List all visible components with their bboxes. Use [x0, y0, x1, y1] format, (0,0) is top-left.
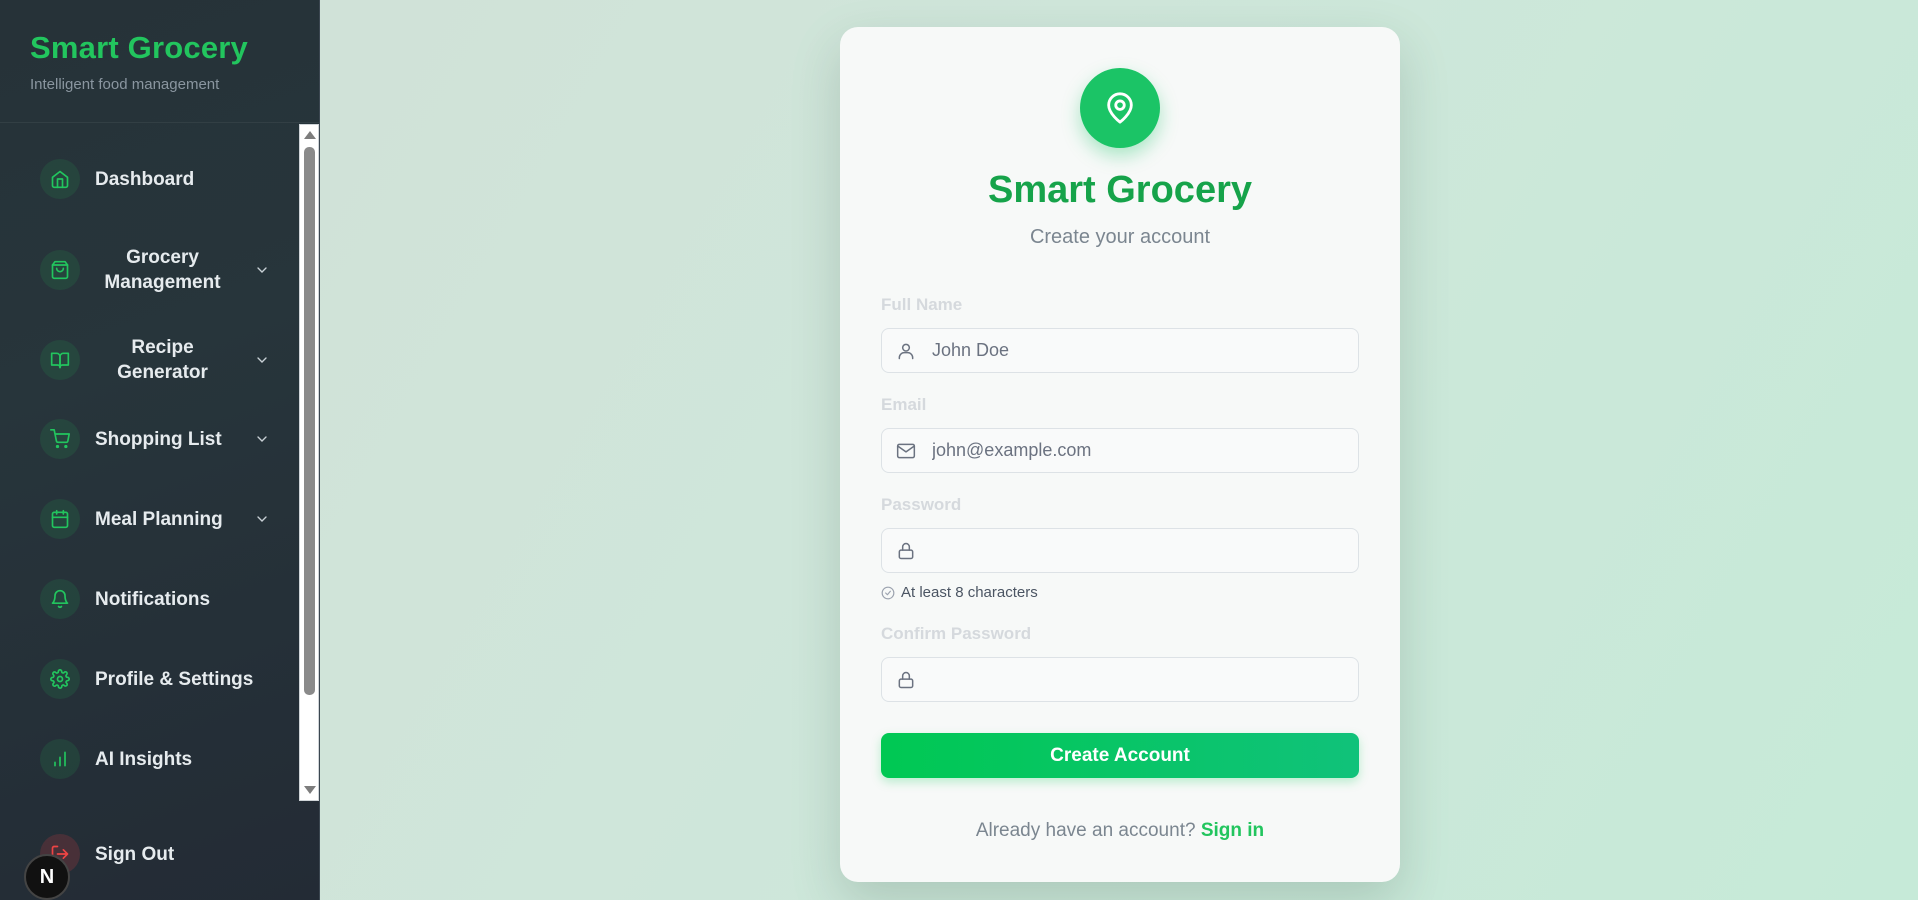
sign-out-label: Sign Out: [95, 843, 175, 865]
full-name-input[interactable]: [932, 340, 1352, 361]
shopping-bag-icon: [40, 250, 80, 290]
brand: Smart Grocery Intelligent food managemen…: [30, 30, 248, 93]
confirm-password-input[interactable]: [932, 669, 1352, 690]
confirm-password-field[interactable]: [881, 657, 1359, 702]
brand-subtitle: Intelligent food management: [30, 76, 220, 93]
sidebar-item-label: AI Insights: [95, 748, 193, 770]
scroll-thumb[interactable]: [304, 147, 315, 695]
sidebar-item-meal-planning[interactable]: Meal Planning: [40, 499, 280, 539]
chevron-down-icon[interactable]: [254, 262, 270, 278]
page-subtitle: Create your account: [1029, 226, 1211, 248]
full-name-label: Full Name: [881, 295, 963, 314]
sidebar-item-ai-insights[interactable]: AI Insights: [40, 739, 280, 779]
dev-tools-badge[interactable]: N: [24, 854, 70, 900]
confirm-password-label: Confirm Password: [881, 624, 1032, 643]
lock-icon: [898, 671, 914, 688]
sidebar-item-label: Recipe Generator: [117, 337, 208, 383]
signup-card: Smart Grocery Create your account Full N…: [840, 27, 1400, 882]
chevron-down-icon[interactable]: [254, 352, 270, 368]
signin-row: Already have an account? Sign in: [840, 820, 1400, 842]
calendar-icon: [40, 499, 80, 539]
bell-icon: [40, 579, 80, 619]
chevron-down-icon[interactable]: [254, 431, 270, 447]
scroll-down-arrow-icon[interactable]: [304, 786, 316, 794]
sidebar-item-recipe-generator[interactable]: Recipe Generator: [40, 335, 280, 385]
sidebar-item-shopping-list[interactable]: Shopping List: [40, 419, 280, 459]
email-field[interactable]: [881, 428, 1359, 473]
sidebar-item-label: Shopping List: [95, 428, 222, 450]
sidebar: Smart Grocery Intelligent food managemen…: [0, 0, 320, 900]
password-input[interactable]: [932, 540, 1352, 561]
signin-link[interactable]: Sign in: [1201, 820, 1264, 841]
full-name-field[interactable]: [881, 328, 1359, 373]
create-account-button[interactable]: Create Account: [881, 733, 1359, 778]
brand-title: Smart Grocery: [30, 30, 248, 65]
sidebar-item-label: Notifications: [95, 588, 211, 610]
gear-icon: [40, 659, 80, 699]
sidebar-item-label: Meal Planning: [95, 508, 223, 530]
cart-icon: [40, 419, 80, 459]
sidebar-item-profile-settings[interactable]: Profile & Settings: [40, 659, 280, 699]
brand-divider: [0, 122, 319, 123]
sidebar-item-notifications[interactable]: Notifications: [40, 579, 280, 619]
bar-chart-icon: [40, 739, 80, 779]
sidebar-item-dashboard[interactable]: Dashboard: [40, 159, 280, 199]
chevron-down-icon[interactable]: [254, 511, 270, 527]
sidebar-item-grocery-management[interactable]: Grocery Management: [40, 245, 280, 295]
page-title: Smart Grocery: [987, 169, 1252, 211]
sidebar-item-label: Grocery Management: [104, 247, 221, 293]
email-label: Email: [881, 395, 927, 414]
sidebar-scrollbar[interactable]: [299, 124, 319, 801]
email-input[interactable]: [932, 440, 1352, 461]
password-label: Password: [881, 495, 962, 514]
check-circle-icon: [881, 586, 895, 599]
home-icon: [40, 159, 80, 199]
scroll-up-arrow-icon[interactable]: [304, 131, 316, 139]
signin-prompt: Already have an account?: [975, 820, 1196, 841]
password-hint-text: At least 8 characters: [901, 584, 1038, 601]
book-open-icon: [40, 340, 80, 380]
password-field[interactable]: [881, 528, 1359, 573]
sidebar-item-label: Profile & Settings: [95, 668, 254, 690]
lock-icon: [898, 542, 914, 559]
map-pin-icon: [1080, 68, 1160, 148]
sidebar-nav: Dashboard Grocery Management Recipe Gene…: [0, 125, 300, 800]
user-icon: [898, 343, 914, 359]
password-hint: At least 8 characters: [881, 584, 1038, 601]
mail-icon: [896, 443, 916, 458]
sidebar-item-label: Dashboard: [95, 168, 195, 190]
